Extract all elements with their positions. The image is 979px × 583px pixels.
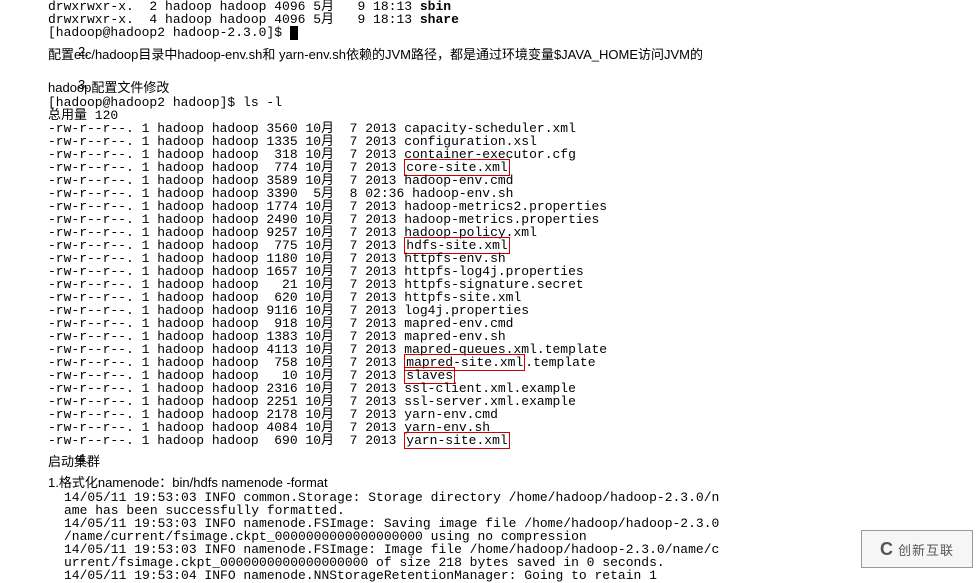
watermark-logo-icon: C — [880, 539, 894, 560]
list-number-3: 3. — [78, 77, 89, 92]
watermark-text: 创新互联 — [898, 540, 954, 559]
item2-text: 配置etc/hadoop目录中hadoop-env.sh和 yarn-env.s… — [48, 47, 703, 62]
ls-line-filename: yarn-site.xml — [404, 432, 509, 449]
cursor-icon — [290, 26, 298, 40]
log-block: 14/05/11 19:53:03 INFO common.Storage: S… — [48, 491, 979, 582]
ls-line-pre: -rw-r--r--. 1 hadoop hadoop 690 10月 7 20… — [48, 433, 404, 448]
log-text: 14/05/11 19:53:03 INFO common.Storage: S… — [64, 490, 719, 583]
item4-sub1: 1.格式化namenode：bin/hdfs namenode -format — [48, 475, 328, 490]
ls-terminal-block: [hadoop@hadoop2 hadoop]$ ls -l 总用量 120 -… — [48, 96, 979, 447]
ls-line-2-name: share — [420, 12, 459, 27]
top-terminal-block: drwxrwxr-x. 2 hadoop hadoop 4096 5月 9 18… — [48, 0, 979, 40]
shell-prompt: [hadoop@hadoop2 hadoop-2.3.0]$ — [48, 25, 290, 40]
ls-line-suffix: .template — [525, 355, 595, 370]
item3-text: hadoop配置文件修改 — [48, 80, 169, 95]
watermark-badge: C 创新互联 — [861, 530, 973, 568]
list-number-4: 4. — [78, 451, 89, 466]
list-number-2: 2. — [78, 44, 89, 59]
item4-text: 启动集群 — [48, 454, 100, 469]
